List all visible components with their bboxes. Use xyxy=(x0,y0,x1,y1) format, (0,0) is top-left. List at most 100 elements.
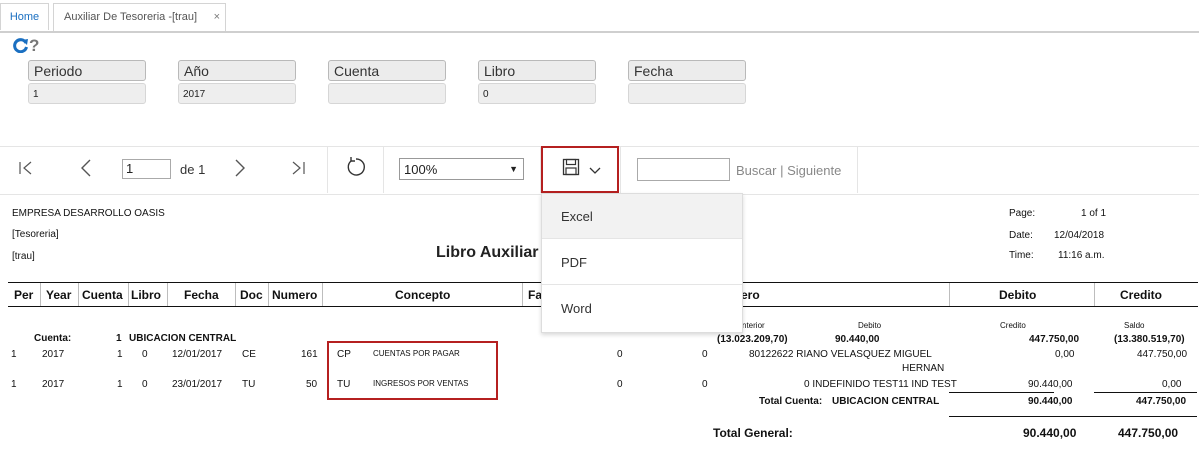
zoom-select[interactable]: 100% ▼ xyxy=(399,158,524,180)
subtotal-rule xyxy=(949,392,1054,393)
filter-libro-label: Libro xyxy=(478,60,596,81)
cell-c1: 0 xyxy=(617,379,623,390)
cell-fecha: 23/01/2017 xyxy=(172,379,223,390)
first-page-icon[interactable] xyxy=(18,160,34,176)
menu-item-pdf[interactable]: PDF xyxy=(542,240,742,285)
cell-doc: CE xyxy=(242,349,256,360)
refresh-icon[interactable] xyxy=(13,37,29,53)
cell-debito: 90.440,00 xyxy=(1028,379,1073,390)
total-cuenta-credito: 447.750,00 xyxy=(1136,396,1187,407)
saldo-value: (13.380.519,70) xyxy=(1114,334,1185,345)
find-links: Buscar | Siguiente xyxy=(736,163,841,178)
export-menu: Excel PDF Word xyxy=(541,193,743,333)
total-general-label: Total General: xyxy=(713,426,793,440)
filter-periodo-field[interactable]: 1 xyxy=(28,83,146,104)
time-value: 11:16 a.m. xyxy=(1058,250,1105,261)
date-label: Date: xyxy=(1009,230,1033,241)
column-header-per: Per xyxy=(14,288,34,302)
filter-fecha-field[interactable] xyxy=(628,83,746,104)
cell-libro: 0 xyxy=(142,379,148,390)
page-count-label: de 1 xyxy=(180,162,206,177)
company-name: EMPRESA DESARROLLO OASIS xyxy=(12,208,165,219)
cell-tercero: 0 INDEFINIDO TEST11 IND TEST xyxy=(804,379,957,390)
user-name: [trau] xyxy=(12,251,35,262)
cell-credito: 447.750,00 xyxy=(1137,349,1188,360)
refresh-report-icon[interactable] xyxy=(345,156,367,178)
close-tab-icon[interactable]: × xyxy=(214,4,220,31)
column-divider xyxy=(40,283,41,306)
find-link[interactable]: Buscar xyxy=(736,163,776,178)
sub-credito-value: 447.750,00 xyxy=(1029,334,1080,345)
menu-item-excel[interactable]: Excel xyxy=(542,194,742,239)
total-general-debito: 90.440,00 xyxy=(1023,426,1077,440)
filter-cuenta-field[interactable] xyxy=(328,83,446,104)
dropdown-arrow-icon: ▼ xyxy=(509,164,518,174)
total-rule xyxy=(949,416,1197,417)
subtotal-rule xyxy=(1094,392,1197,393)
column-divider xyxy=(322,283,323,306)
column-header-numero: Numero xyxy=(272,288,318,302)
cell-cuenta: 1 xyxy=(117,349,123,360)
column-header-tercero: ero xyxy=(741,288,760,302)
column-header-cuenta: Cuenta xyxy=(82,288,123,302)
filter-fecha-label: Fecha xyxy=(628,60,746,81)
help-icon[interactable]: ? xyxy=(29,36,39,56)
column-divider xyxy=(235,283,236,306)
tab-home[interactable]: Home xyxy=(0,3,49,30)
column-header-year: Year xyxy=(46,288,72,302)
export-button[interactable] xyxy=(541,146,619,193)
tab-bar: Home Auxiliar De Tesoreria -[trau] × xyxy=(0,0,1199,33)
account-label: Cuenta: xyxy=(34,333,72,344)
column-header-fecha: Fecha xyxy=(184,288,219,302)
total-cuenta-name: UBICACION CENTRAL xyxy=(832,396,940,407)
total-cuenta-label: Total Cuenta: xyxy=(759,396,823,407)
account-name: UBICACION CENTRAL xyxy=(129,333,237,344)
previous-page-icon[interactable] xyxy=(78,158,94,178)
cell-credito: 0,00 xyxy=(1162,379,1182,390)
column-divider xyxy=(78,283,79,306)
page-label: Page: xyxy=(1009,208,1036,219)
toolbar-divider xyxy=(857,147,858,193)
cell-libro: 0 xyxy=(142,349,148,360)
next-match-link[interactable]: Siguiente xyxy=(787,163,841,178)
total-cuenta-debito: 90.440,00 xyxy=(1028,396,1073,407)
page-number-input[interactable]: 1 xyxy=(122,159,171,179)
column-divider xyxy=(128,283,129,306)
cell-c1: 0 xyxy=(617,349,623,360)
cell-fecha: 12/01/2017 xyxy=(172,349,223,360)
filter-libro-field[interactable]: 0 xyxy=(478,83,596,104)
toolbar-divider xyxy=(620,147,621,193)
filter-ano-label: Año xyxy=(178,60,296,81)
column-divider xyxy=(1094,283,1095,306)
sub-credito-label: Credito xyxy=(1000,321,1026,330)
column-header-doc: Doc xyxy=(240,288,263,302)
filter-cuenta-label: Cuenta xyxy=(328,60,446,81)
cell-cuenta: 1 xyxy=(117,379,123,390)
column-header-concepto: Concepto xyxy=(395,288,451,302)
menu-item-word[interactable]: Word xyxy=(542,286,742,331)
last-page-icon[interactable] xyxy=(290,160,306,176)
column-divider xyxy=(167,283,168,306)
cell-tercero-cont: HERNAN xyxy=(902,363,945,374)
date-value: 12/04/2018 xyxy=(1054,230,1105,241)
find-separator: | xyxy=(780,163,784,178)
saldo-anterior-label: nterior xyxy=(742,321,765,330)
find-input[interactable] xyxy=(637,158,730,181)
cell-doc: TU xyxy=(242,379,256,390)
zoom-value: 100% xyxy=(404,162,438,177)
concepto-highlight xyxy=(327,341,498,400)
report-title: Libro Auxiliar xyxy=(436,244,539,261)
cell-year: 2017 xyxy=(42,349,65,360)
next-page-icon[interactable] xyxy=(232,158,248,178)
cell-tercero: 80122622 RIANO VELASQUEZ MIGUEL xyxy=(749,349,932,360)
toolbar-divider xyxy=(327,147,328,193)
saldo-anterior-value: (13.023.209,70) xyxy=(717,334,788,345)
column-header-credito: Credito xyxy=(1120,288,1162,302)
cell-per: 1 xyxy=(11,379,17,390)
tab-auxiliar-tesoreria[interactable]: Auxiliar De Tesoreria -[trau] × xyxy=(53,3,226,31)
column-divider xyxy=(949,283,950,306)
chevron-down-icon xyxy=(589,167,601,174)
sub-debito-label: Debito xyxy=(858,321,882,330)
cell-debito: 0,00 xyxy=(1055,349,1075,360)
filter-ano-field[interactable]: 2017 xyxy=(178,83,296,104)
